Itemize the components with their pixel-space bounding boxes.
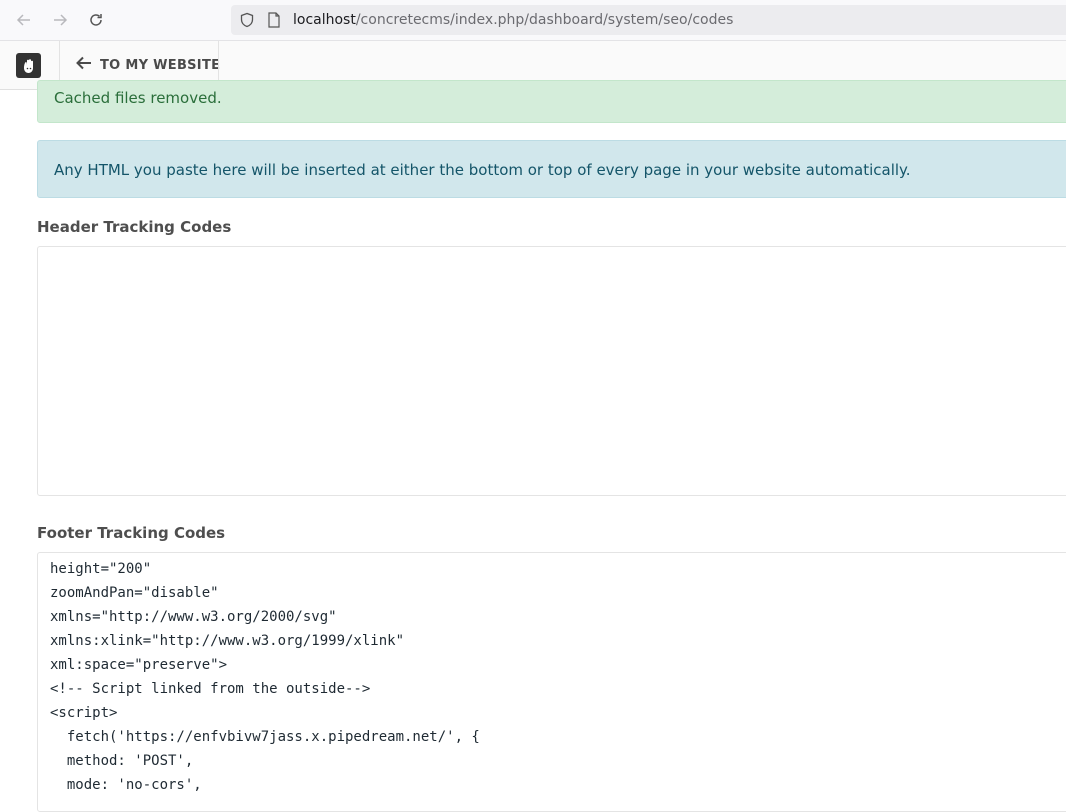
code-line: mode: 'no-cors', xyxy=(50,777,202,793)
code-line: <!-- Script linked from the outside--> xyxy=(50,681,371,697)
code-line: xml:space="preserve"> xyxy=(50,657,228,673)
code-line: fetch('https://enfvbivw7jass.x.pipedream… xyxy=(50,729,480,745)
url-path: /concretecms/index.php/dashboard/system/… xyxy=(355,12,734,28)
to-my-website-label: TO MY WEBSITE xyxy=(100,57,221,73)
reload-icon[interactable] xyxy=(85,9,107,31)
footer-tracking-codes-textarea[interactable]: height="200" zoomAndPan="disable" xmlns="h… xyxy=(37,552,1066,812)
page-icon xyxy=(267,12,281,33)
code-line: <script> xyxy=(50,705,118,721)
code-line: zoomAndPan="disable" xyxy=(50,585,219,601)
footer-tracking-codes-value: height="200" zoomAndPan="disable" xmlns="h… xyxy=(50,557,480,797)
url-text[interactable]: localhost/concretecms/index.php/dashboar… xyxy=(293,12,733,28)
address-bar[interactable]: localhost/concretecms/index.php/dashboar… xyxy=(231,5,1066,35)
browser-toolbar: localhost/concretecms/index.php/dashboar… xyxy=(0,0,1066,41)
url-host: localhost xyxy=(293,12,356,28)
info-alert-text: Any HTML you paste here will be inserted… xyxy=(54,161,911,179)
code-line: xmlns:xlink="http://www.w3.org/1999/xlin… xyxy=(50,633,405,649)
shield-icon[interactable] xyxy=(239,12,255,33)
concrete-logo-icon[interactable] xyxy=(16,53,41,78)
header-tracking-codes-label: Header Tracking Codes xyxy=(37,218,232,236)
header-tracking-codes-textarea[interactable] xyxy=(37,246,1066,496)
forward-arrow-icon[interactable] xyxy=(49,9,71,31)
arrow-left-icon xyxy=(76,56,92,74)
footer-tracking-codes-label: Footer Tracking Codes xyxy=(37,524,226,542)
code-line: height="200" xyxy=(50,561,152,577)
success-alert: Cached files removed. xyxy=(37,80,1066,123)
success-alert-text: Cached files removed. xyxy=(54,89,222,107)
info-alert: Any HTML you paste here will be inserted… xyxy=(37,140,1066,198)
back-arrow-icon[interactable] xyxy=(13,9,35,31)
code-line: method: 'POST', xyxy=(50,753,194,769)
code-line: xmlns="http://www.w3.org/2000/svg" xyxy=(50,609,337,625)
to-my-website-button[interactable]: TO MY WEBSITE xyxy=(76,56,220,74)
